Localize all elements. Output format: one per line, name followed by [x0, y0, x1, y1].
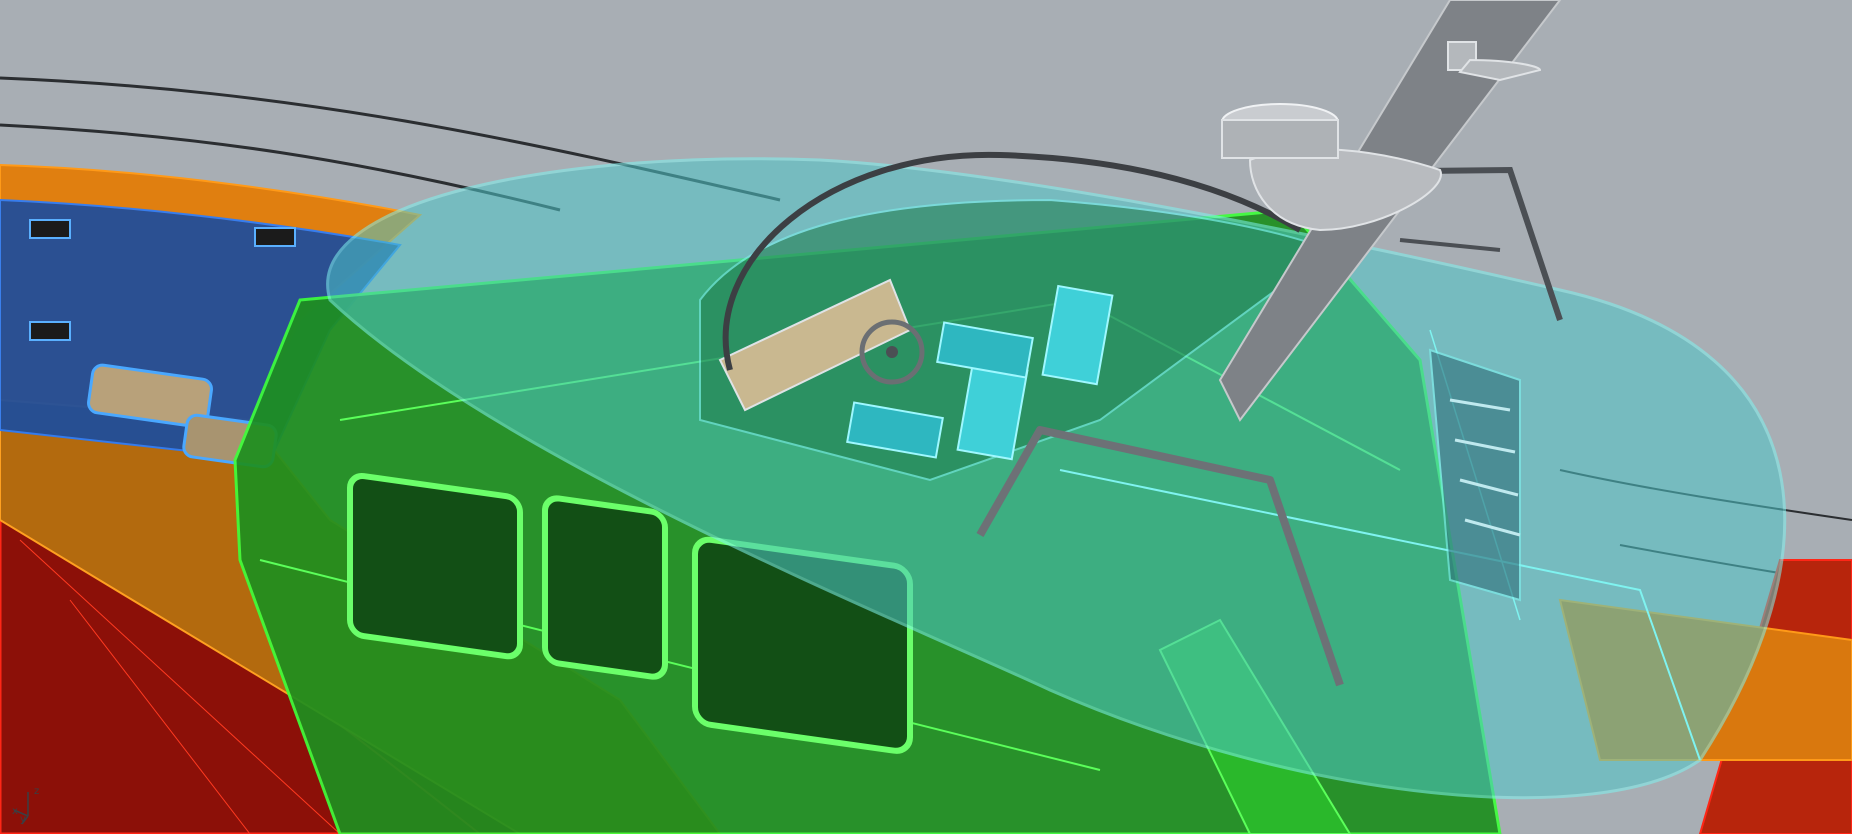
boat-model-render[interactable] — [0, 0, 1852, 834]
world-axes-gizmo: z x y — [8, 786, 48, 826]
axis-x-label: x — [12, 806, 18, 817]
axis-y-label: y — [20, 814, 26, 825]
axis-z-label: z — [34, 786, 40, 797]
rhino-3d-viewport[interactable]: z x y — [0, 0, 1852, 834]
